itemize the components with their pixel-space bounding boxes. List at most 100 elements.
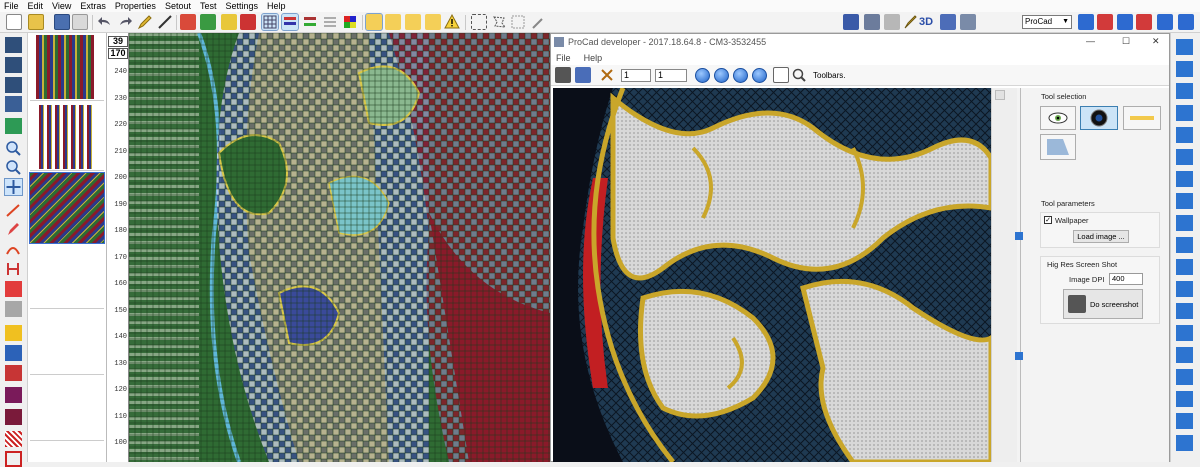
pen-red-icon[interactable]: [5, 221, 22, 237]
fill-red-icon[interactable]: [5, 365, 22, 381]
maximize-button[interactable]: ☐: [1122, 36, 1130, 47]
lens-tool-button[interactable]: [1080, 106, 1118, 130]
camera-icon[interactable]: [555, 67, 571, 83]
eraser-icon[interactable]: [5, 301, 22, 317]
magic-wand-icon[interactable]: [530, 14, 546, 30]
redo-icon[interactable]: [117, 14, 133, 30]
pattern-thumbnail-2[interactable]: [36, 105, 94, 169]
columns-icon[interactable]: [385, 14, 401, 30]
arrow-split-icon[interactable]: [1117, 14, 1133, 30]
right-tool-2-icon[interactable]: [1176, 61, 1193, 77]
open-folder-icon[interactable]: [28, 14, 44, 30]
lace-simulation-view[interactable]: [553, 88, 991, 462]
paint-bucket-icon[interactable]: [5, 281, 22, 297]
pattern-thumbnail-3-selected[interactable]: [29, 172, 105, 244]
eye-tool-button[interactable]: [1040, 106, 1076, 130]
slider-handle-2[interactable]: [1015, 352, 1023, 360]
repeat-y-spinner[interactable]: 1: [655, 69, 687, 82]
frame-yellow-icon[interactable]: [365, 13, 383, 31]
right-tool-9-icon[interactable]: [1176, 215, 1193, 231]
hatch-tool-icon[interactable]: [5, 431, 22, 447]
right-tool-16-icon[interactable]: [1176, 369, 1193, 385]
magic-select-icon[interactable]: [510, 14, 526, 30]
zoom-out-icon[interactable]: [5, 159, 22, 175]
right-tool-5-icon[interactable]: [1176, 127, 1193, 143]
brush-tool-icon[interactable]: [902, 14, 918, 30]
pencil-icon[interactable]: [137, 14, 153, 30]
dpi-input[interactable]: 400: [1109, 273, 1143, 285]
toolbars-link[interactable]: Toolbars.: [813, 71, 845, 80]
cross-tool-icon[interactable]: [5, 409, 22, 425]
print-icon[interactable]: [575, 67, 591, 83]
view-tool-2-icon[interactable]: [5, 57, 22, 73]
save-icon[interactable]: [54, 14, 70, 30]
grid-frame-icon[interactable]: [425, 14, 441, 30]
warning-icon[interactable]: [444, 13, 460, 30]
menu-test[interactable]: Test: [196, 0, 222, 12]
right-tool-6-icon[interactable]: [1176, 149, 1193, 165]
search-icon[interactable]: [791, 67, 807, 83]
machine-icon[interactable]: [843, 14, 859, 30]
right-tool-10-icon[interactable]: [1176, 237, 1193, 253]
needle-blue-icon[interactable]: [1157, 14, 1173, 30]
nav-back-icon[interactable]: [695, 68, 710, 83]
right-tool-19-icon[interactable]: [1176, 435, 1193, 451]
thumbnail-empty-slot[interactable]: [30, 245, 104, 309]
refresh-icon[interactable]: [752, 68, 767, 83]
pattern-thumbnail-1[interactable]: [36, 35, 94, 99]
line-red-icon[interactable]: [5, 202, 22, 218]
line-tool-icon[interactable]: [157, 14, 173, 30]
scissors-icon[interactable]: [599, 67, 615, 83]
view-tool-4-icon[interactable]: [5, 96, 22, 112]
thumbnail-empty-slot[interactable]: [30, 311, 104, 375]
red-marker-icon[interactable]: [240, 14, 256, 30]
menu-settings[interactable]: Settings: [221, 0, 263, 12]
right-tool-15-icon[interactable]: [1176, 347, 1193, 363]
save-as-icon[interactable]: [72, 14, 88, 30]
columns-alt-icon[interactable]: [405, 14, 421, 30]
menu-setout[interactable]: Setout: [161, 0, 196, 12]
simulation-icon[interactable]: [960, 14, 976, 30]
do-screenshot-button[interactable]: Do screenshot: [1063, 289, 1143, 319]
needle-red-icon[interactable]: [1136, 14, 1152, 30]
right-tool-18-icon[interactable]: [1176, 413, 1193, 429]
fill-yellow-icon[interactable]: [5, 325, 22, 341]
zoom-in-icon[interactable]: [5, 140, 22, 156]
sim-vertical-scrollbar[interactable]: [991, 88, 1017, 462]
knit-structure-icon[interactable]: [864, 14, 880, 30]
color-palette-icon[interactable]: [342, 14, 358, 30]
load-image-button[interactable]: Load image ...: [1073, 230, 1129, 243]
scroll-thumb[interactable]: [995, 90, 1005, 100]
wallpaper-checkbox[interactable]: ✓: [1044, 216, 1052, 224]
right-tool-1-icon[interactable]: [1176, 39, 1193, 55]
nav-forward-icon[interactable]: [714, 68, 729, 83]
pattern-tool-icon[interactable]: [5, 118, 22, 134]
right-tool-7-icon[interactable]: [1176, 171, 1193, 187]
nav-stop-icon[interactable]: [733, 68, 748, 83]
arrow-down-red-icon[interactable]: [1097, 14, 1113, 30]
measure-tool-button[interactable]: [1123, 106, 1161, 130]
lines-view-icon[interactable]: [322, 14, 338, 30]
minimize-button[interactable]: —: [1086, 36, 1095, 46]
right-tool-4-icon[interactable]: [1176, 105, 1193, 121]
gold-brush-icon[interactable]: [221, 14, 237, 30]
yarn-icon[interactable]: [884, 14, 900, 30]
color-brush-icon[interactable]: [200, 14, 216, 30]
cursor-blue-icon[interactable]: [5, 345, 22, 361]
fill-tool-icon[interactable]: [180, 14, 196, 30]
light-tool-button[interactable]: [1040, 134, 1076, 160]
arrow-right-icon[interactable]: [1178, 14, 1194, 30]
menu-edit[interactable]: Edit: [24, 0, 49, 12]
move-tool-icon[interactable]: [4, 178, 23, 196]
right-tool-11-icon[interactable]: [1176, 259, 1193, 275]
right-tool-14-icon[interactable]: [1176, 325, 1193, 341]
frame-red-icon[interactable]: [5, 451, 22, 467]
repeat-x-spinner[interactable]: 1: [621, 69, 651, 82]
color-pick-icon[interactable]: [5, 387, 22, 403]
stripes-view-icon[interactable]: [302, 14, 318, 30]
profile-select[interactable]: ProCad ▼: [1022, 15, 1072, 29]
sim-menu-file[interactable]: File: [551, 53, 576, 63]
right-tool-8-icon[interactable]: [1176, 193, 1193, 209]
menu-view[interactable]: View: [48, 0, 76, 12]
menu-properties[interactable]: Properties: [111, 0, 161, 12]
